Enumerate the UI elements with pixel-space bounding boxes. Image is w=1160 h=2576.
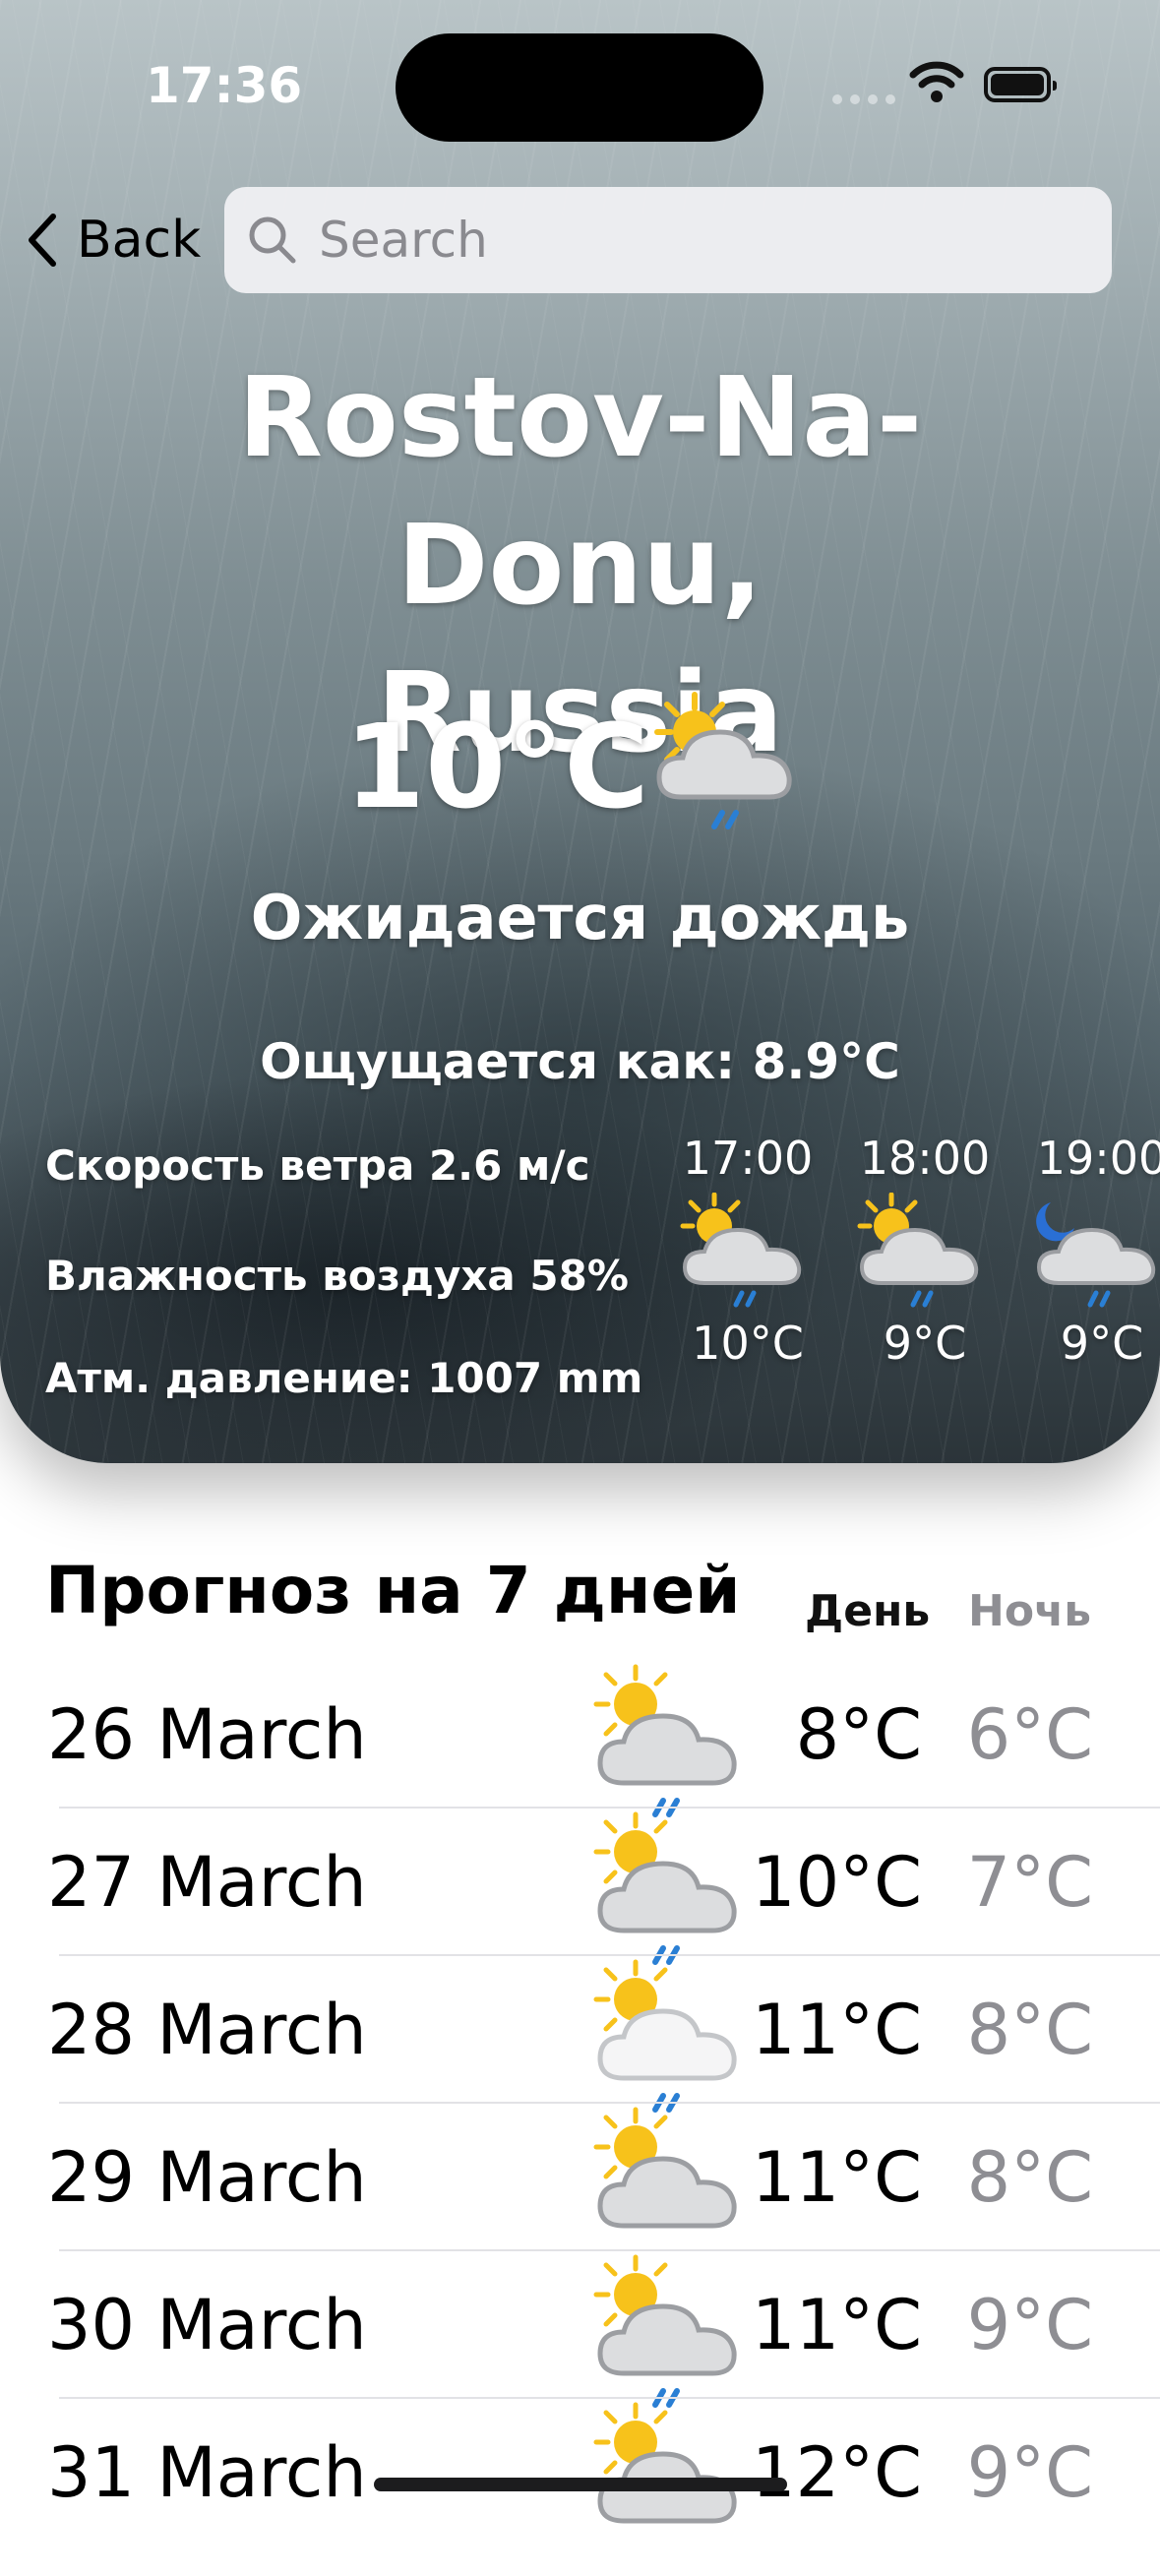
night-temp: 9°C [966, 2432, 1093, 2513]
hour-temp: 10°C [692, 1317, 804, 1370]
day-column-header: День [805, 1586, 931, 1636]
moon-cloud-rain-icon [1036, 1202, 1156, 1308]
forecast-date: 31 March [47, 2432, 367, 2513]
day-temp: 8°C [795, 1694, 922, 1775]
back-label: Back [77, 211, 202, 270]
night-temp: 8°C [966, 2137, 1093, 2218]
battery-icon [984, 67, 1057, 102]
forecast-row[interactable]: 29 March 11°C 8°C [0, 2104, 1160, 2251]
search-icon [249, 216, 296, 264]
hour-time: 18:00 [859, 1132, 991, 1185]
day-temp: 10°C [752, 1842, 922, 1923]
pressure: Атм. давление: 1007 mm [45, 1354, 643, 1402]
hour-time: 17:00 [682, 1132, 814, 1185]
forecast-row[interactable]: 31 March 12°C 9°C [0, 2399, 1160, 2546]
day-temp: 11°C [752, 1990, 922, 2070]
forecast-title: Прогноз на 7 дней [45, 1553, 741, 1628]
night-temp: 9°C [966, 2285, 1093, 2365]
night-temp: 7°C [966, 1842, 1093, 1923]
hour-temp: 9°C [883, 1317, 967, 1370]
forecast-row[interactable]: 30 March 11°C 9°C [0, 2251, 1160, 2408]
night-temp: 8°C [966, 1990, 1093, 2070]
wind-speed: Скорость ветра 2.6 м/с [45, 1141, 590, 1190]
sun-cloud-rain-icon [680, 1192, 802, 1308]
sun-cloud-rain-icon [654, 692, 792, 829]
hour-temp: 9°C [1060, 1317, 1144, 1370]
hour-time: 19:00 [1036, 1132, 1160, 1185]
sun-cloud-rain-icon [857, 1192, 979, 1308]
cellular-signal-icon [832, 94, 895, 104]
back-button[interactable]: Back [26, 211, 201, 270]
hourly-item[interactable]: 19:00 9°C [1004, 1132, 1160, 1370]
chevron-left-icon [29, 214, 56, 267]
search-bar[interactable] [224, 187, 1112, 293]
forecast-list[interactable]: 26 March 8°C 6°C 27 March 10°C 7°C 28 Ma… [0, 1661, 1160, 2546]
feels-like: Ощущается как: 8.9°C [260, 1033, 900, 1090]
current-weather-card: 17:36 Back Rostov-Na-Donu, Russia 10°C [0, 0, 1160, 1463]
status-time: 17:36 [146, 57, 303, 114]
weather-description: Ожидается дождь [250, 882, 910, 953]
forecast-row[interactable]: 26 March 8°C 6°C [0, 1661, 1160, 1817]
dynamic-island [396, 33, 763, 142]
night-column-header: Ночь [968, 1586, 1092, 1636]
night-temp: 6°C [966, 1694, 1093, 1775]
hourly-item[interactable]: 17:00 10°C [649, 1132, 846, 1370]
forecast-date: 26 March [47, 1694, 367, 1775]
hourly-item[interactable]: 18:00 9°C [826, 1132, 1023, 1370]
forecast-row[interactable]: 28 March 11°C 8°C [0, 1956, 1160, 2113]
day-temp: 12°C [752, 2432, 922, 2513]
humidity: Влажность воздуха 58% [45, 1252, 629, 1300]
forecast-date: 29 March [47, 2137, 367, 2218]
current-temperature: 10°C [344, 699, 649, 834]
home-indicator[interactable] [374, 2478, 787, 2491]
hourly-forecast-scroll[interactable]: 17:00 10°C 18:00 9°C 19:00 9°C [649, 1132, 1160, 1407]
day-temp: 11°C [752, 2137, 922, 2218]
forecast-row[interactable]: 27 March 10°C 7°C [0, 1809, 1160, 1965]
search-input[interactable] [317, 211, 1068, 270]
forecast-date: 28 March [47, 1990, 367, 2070]
forecast-date: 27 March [47, 1842, 367, 1923]
wifi-icon [909, 61, 964, 102]
day-temp: 11°C [752, 2285, 922, 2365]
forecast-date: 30 March [47, 2285, 367, 2365]
